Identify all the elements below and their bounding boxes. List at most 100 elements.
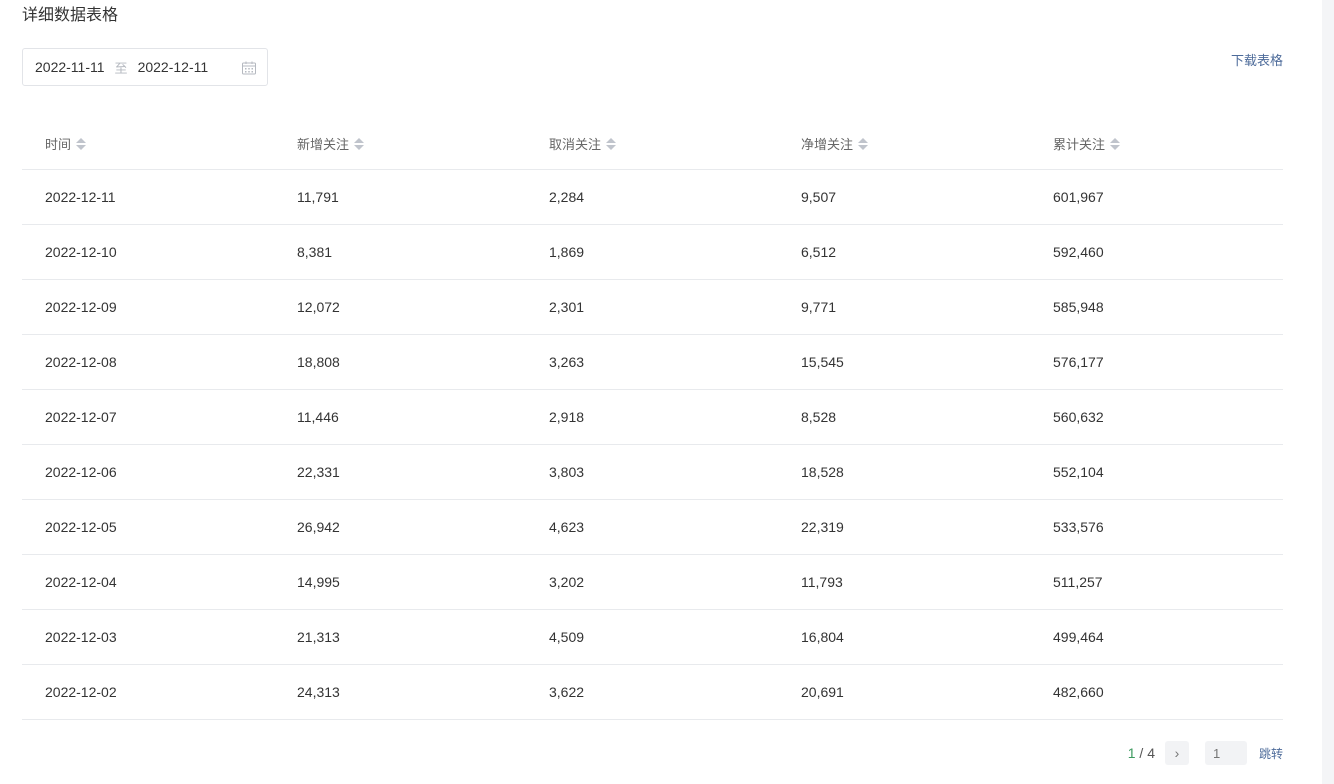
cell-total-follows: 601,967: [1053, 189, 1104, 205]
cell-unfollows: 2,301: [549, 299, 585, 315]
column-label: 累计关注: [1053, 137, 1106, 152]
cell-net-follows: 18,528: [801, 464, 844, 480]
cell-unfollows: 2,918: [549, 409, 585, 425]
cell-total-follows: 592,460: [1053, 244, 1104, 260]
calendar-icon[interactable]: [241, 60, 257, 76]
header-cell-unfollows: 取消关注: [526, 134, 778, 153]
cell-unfollows: 4,509: [549, 629, 585, 645]
total-pages: 4: [1147, 745, 1155, 761]
cell-net-follows: 20,691: [801, 684, 844, 700]
table-row: 2022-12-08 18,808 3,263 15,545 576,177: [22, 335, 1283, 390]
sort-unfollows-button[interactable]: 取消关注: [549, 134, 617, 153]
section-title: 详细数据表格: [22, 7, 119, 24]
data-table: 时间 新增关注 取消关注 净增关注 累计关注 2022-12-11 11,791…: [22, 118, 1283, 720]
cell-net-follows: 22,319: [801, 519, 844, 535]
sort-icon: [76, 137, 87, 150]
table-header: 时间 新增关注 取消关注 净增关注 累计关注: [22, 118, 1283, 170]
cell-new-follows: 18,808: [297, 354, 340, 370]
cell-time: 2022-12-04: [45, 574, 117, 590]
cell-time: 2022-12-02: [45, 684, 117, 700]
cell-unfollows: 2,284: [549, 189, 585, 205]
column-label: 新增关注: [297, 137, 350, 152]
cell-unfollows: 3,263: [549, 354, 585, 370]
sort-total-follows-button[interactable]: 累计关注: [1053, 134, 1121, 153]
sort-net-follows-button[interactable]: 净增关注: [801, 134, 869, 153]
cell-unfollows: 3,622: [549, 684, 585, 700]
cell-time: 2022-12-05: [45, 519, 117, 535]
header-cell-total-follows: 累计关注: [1030, 134, 1283, 153]
table-row: 2022-12-03 21,313 4,509 16,804 499,464: [22, 610, 1283, 665]
cell-net-follows: 9,771: [801, 299, 837, 315]
pagination: 1 / 4 › 跳转: [1128, 740, 1283, 766]
cell-net-follows: 15,545: [801, 354, 844, 370]
scrollbar-track[interactable]: [1322, 0, 1334, 784]
header-cell-time: 时间: [22, 134, 274, 153]
cell-new-follows: 8,381: [297, 244, 333, 260]
cell-new-follows: 21,313: [297, 629, 340, 645]
cell-new-follows: 26,942: [297, 519, 340, 535]
cell-total-follows: 482,660: [1053, 684, 1104, 700]
page: 详细数据表格 2022-11-11 至 2022-12-11 下载表格 时间 新…: [0, 0, 1334, 784]
cell-time: 2022-12-03: [45, 629, 117, 645]
cell-new-follows: 11,446: [297, 409, 339, 425]
cell-total-follows: 560,632: [1053, 409, 1104, 425]
table-row: 2022-12-02 24,313 3,622 20,691 482,660: [22, 665, 1283, 720]
cell-unfollows: 1,869: [549, 244, 585, 260]
cell-net-follows: 11,793: [801, 574, 843, 590]
page-indicator: 1 / 4: [1128, 745, 1155, 761]
sort-icon: [1110, 137, 1121, 150]
cell-time: 2022-12-10: [45, 244, 117, 260]
sort-new-follows-button[interactable]: 新增关注: [297, 134, 365, 153]
cell-total-follows: 585,948: [1053, 299, 1104, 315]
sort-icon: [354, 137, 365, 150]
page-jump-button[interactable]: 跳转: [1259, 745, 1283, 762]
header-cell-new-follows: 新增关注: [274, 134, 526, 153]
column-label: 时间: [45, 137, 72, 152]
sort-icon: [606, 137, 617, 150]
cell-new-follows: 12,072: [297, 299, 340, 315]
table-row: 2022-12-11 11,791 2,284 9,507 601,967: [22, 170, 1283, 225]
chevron-right-icon: ›: [1174, 745, 1180, 761]
cell-time: 2022-12-09: [45, 299, 117, 315]
cell-net-follows: 16,804: [801, 629, 844, 645]
table-row: 2022-12-09 12,072 2,301 9,771 585,948: [22, 280, 1283, 335]
date-range-separator: 至: [114, 60, 128, 76]
sort-time-button[interactable]: 时间: [45, 134, 87, 153]
cell-total-follows: 511,257: [1053, 574, 1103, 590]
cell-total-follows: 576,177: [1053, 354, 1104, 370]
table-row: 2022-12-10 8,381 1,869 6,512 592,460: [22, 225, 1283, 280]
next-page-button[interactable]: ›: [1164, 741, 1189, 765]
cell-new-follows: 14,995: [297, 574, 340, 590]
download-table-link[interactable]: 下载表格: [1231, 50, 1283, 69]
table-row: 2022-12-05 26,942 4,623 22,319 533,576: [22, 500, 1283, 555]
sort-icon: [858, 137, 869, 150]
cell-total-follows: 499,464: [1053, 629, 1104, 645]
table-row: 2022-12-07 11,446 2,918 8,528 560,632: [22, 390, 1283, 445]
cell-new-follows: 11,791: [297, 189, 339, 205]
cell-time: 2022-12-08: [45, 354, 117, 370]
cell-unfollows: 4,623: [549, 519, 585, 535]
cell-net-follows: 8,528: [801, 409, 837, 425]
cell-total-follows: 533,576: [1053, 519, 1104, 535]
cell-time: 2022-12-07: [45, 409, 117, 425]
table-row: 2022-12-04 14,995 3,202 11,793 511,257: [22, 555, 1283, 610]
cell-net-follows: 6,512: [801, 244, 837, 260]
current-page: 1: [1127, 745, 1136, 761]
page-jump-input[interactable]: [1204, 741, 1247, 765]
cell-time: 2022-12-06: [45, 464, 117, 480]
table-row: 2022-12-06 22,331 3,803 18,528 552,104: [22, 445, 1283, 500]
date-range-picker[interactable]: 2022-11-11 至 2022-12-11: [22, 48, 268, 86]
cell-unfollows: 3,202: [549, 574, 585, 590]
cell-time: 2022-12-11: [45, 189, 116, 205]
page-separator: /: [1135, 745, 1148, 761]
cell-total-follows: 552,104: [1053, 464, 1104, 480]
cell-new-follows: 22,331: [297, 464, 340, 480]
column-label: 净增关注: [801, 137, 854, 152]
start-date[interactable]: 2022-11-11: [35, 59, 105, 75]
column-label: 取消关注: [549, 137, 602, 152]
end-date[interactable]: 2022-12-11: [138, 59, 209, 75]
cell-new-follows: 24,313: [297, 684, 340, 700]
header-cell-net-follows: 净增关注: [778, 134, 1030, 153]
cell-net-follows: 9,507: [801, 189, 837, 205]
cell-unfollows: 3,803: [549, 464, 585, 480]
